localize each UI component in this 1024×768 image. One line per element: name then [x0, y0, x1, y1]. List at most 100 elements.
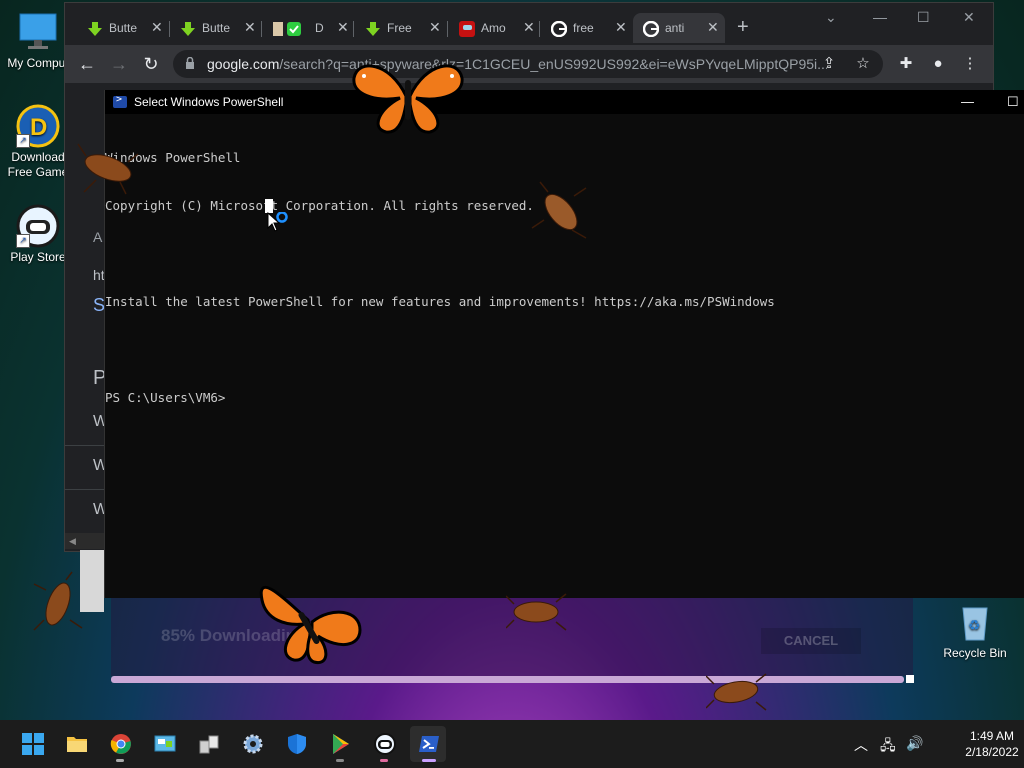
cockroach-icon	[506, 593, 567, 631]
green-check-icon	[273, 21, 301, 37]
network-icon[interactable]: 🖧	[880, 735, 896, 759]
menu-kebab-icon[interactable]: ⋮	[961, 55, 979, 73]
tab-2[interactable]: D ✕	[263, 13, 355, 43]
tab-6-active[interactable]: anti ✕	[633, 13, 725, 43]
resize-handle[interactable]	[906, 675, 914, 683]
taskbar-chrome[interactable]	[102, 726, 138, 762]
network-computers-icon	[199, 735, 219, 754]
chrome-icon	[110, 734, 131, 754]
tab-separator	[353, 21, 354, 37]
folder-icon	[67, 737, 87, 752]
close-icon[interactable]: ✕	[523, 20, 537, 34]
taskbar-play-store[interactable]	[322, 726, 358, 762]
tab-title: Butte	[109, 21, 137, 35]
close-icon[interactable]: ✕	[244, 20, 258, 34]
divider	[65, 489, 105, 490]
powershell-icon	[113, 94, 127, 108]
taskbar-defender[interactable]	[278, 726, 314, 762]
download-arrow-icon	[87, 21, 103, 37]
tab-0[interactable]: Butte ✕	[77, 13, 169, 43]
tab-title: free	[573, 21, 594, 35]
console-line: Copyright (C) Microsoft Corporation. All…	[105, 198, 534, 213]
google-icon	[550, 20, 568, 38]
close-window-button[interactable]: ✕	[963, 9, 975, 26]
console-output[interactable]: Windows PowerShell Copyright (C) Microso…	[105, 118, 775, 438]
running-indicator	[422, 759, 436, 762]
taskbar-control-panel[interactable]	[146, 726, 182, 762]
tab-separator	[539, 21, 540, 37]
busy-pointer-icon	[267, 212, 288, 232]
butterfly-icon	[352, 64, 464, 134]
download-arrow-icon	[365, 21, 381, 37]
close-icon[interactable]: ✕	[707, 20, 721, 34]
taskbar-network[interactable]	[190, 726, 226, 762]
reload-button[interactable]: ↻	[141, 54, 161, 74]
close-icon[interactable]: ✕	[337, 20, 351, 34]
cancel-button[interactable]: CANCEL	[761, 628, 861, 654]
download-game-icon: D ↗	[16, 104, 60, 148]
new-tab-button[interactable]: +	[737, 17, 749, 37]
running-indicator	[336, 759, 344, 762]
shortcut-arrow-icon: ↗	[16, 234, 30, 248]
play-store-icon: ↗	[16, 204, 60, 248]
play-store-icon	[333, 734, 349, 754]
share-icon[interactable]: ⇪	[821, 56, 837, 72]
running-indicator	[116, 759, 124, 762]
start-button[interactable]	[14, 726, 50, 762]
running-indicator	[380, 759, 388, 762]
extensions-icon[interactable]: ✚	[897, 55, 915, 73]
game-face-icon	[374, 733, 396, 755]
windows-start-icon	[22, 733, 44, 755]
tab-3[interactable]: Free ✕	[355, 13, 447, 43]
profile-icon[interactable]: ●	[929, 55, 947, 73]
taskbar-file-explorer[interactable]	[58, 726, 94, 762]
cockroach-icon	[706, 673, 767, 711]
page-text-fragment: A	[93, 229, 103, 245]
lock-icon	[186, 57, 194, 69]
scroll-left-icon[interactable]: ◀	[69, 536, 76, 547]
chevron-up-icon[interactable]: ︿	[854, 735, 868, 755]
system-tray: ︿ 🖧 🔊 1:49 AM 2/18/2022	[854, 720, 1024, 768]
cockroach-icon	[33, 571, 83, 631]
download-arrow-icon	[180, 21, 196, 37]
desktop-icon-recycle-bin[interactable]: ♻ Recycle Bin	[937, 600, 1013, 661]
tab-title: D	[315, 21, 324, 35]
cockroach-icon	[531, 181, 587, 239]
taskbar-game[interactable]	[366, 726, 402, 762]
browser-toolbar: ← → ↻ google.com/search?q=anti+spyware&r…	[65, 45, 993, 83]
maximize-button[interactable]: ☐	[917, 9, 930, 26]
control-panel-icon	[154, 735, 176, 752]
address-bar[interactable]: google.com/search?q=anti+spyware&rlz=1C1…	[173, 50, 883, 78]
clock[interactable]: 1:49 AM 2/18/2022	[962, 728, 1022, 760]
console-line: Install the latest PowerShell for new fe…	[105, 294, 775, 309]
shield-icon	[288, 734, 306, 754]
taskbar-powershell[interactable]	[410, 726, 446, 762]
tab-4[interactable]: Amo ✕	[449, 13, 541, 43]
tab-search-icon[interactable]: ⌄	[825, 9, 837, 26]
taskbar: ︿ 🖧 🔊 1:49 AM 2/18/2022	[0, 720, 1024, 768]
console-prompt: PS C:\Users\VM6>	[105, 390, 233, 405]
taskbar-settings[interactable]	[234, 726, 270, 762]
maximize-button[interactable]: ☐	[1007, 94, 1019, 110]
minimize-button[interactable]: —	[873, 9, 887, 25]
tab-separator	[261, 21, 262, 37]
back-button[interactable]: ←	[77, 54, 97, 74]
minimize-button[interactable]: —	[961, 94, 974, 109]
close-icon[interactable]: ✕	[429, 20, 443, 34]
url-host: google.com	[207, 56, 280, 72]
tab-title: anti	[665, 21, 685, 35]
volume-icon[interactable]: 🔊	[906, 735, 923, 752]
butterfly-icon	[259, 585, 362, 665]
bookmark-star-icon[interactable]: ☆	[855, 56, 871, 72]
gear-icon	[243, 734, 263, 754]
forward-button[interactable]: →	[109, 54, 129, 74]
svg-text:D: D	[30, 114, 47, 141]
recycle-bin-icon: ♻	[953, 600, 997, 644]
powershell-window[interactable]: Select Windows PowerShell — ☐ Windows Po…	[104, 90, 1024, 598]
tab-5[interactable]: free ✕	[541, 13, 633, 43]
close-icon[interactable]: ✕	[615, 20, 629, 34]
close-icon[interactable]: ✕	[151, 20, 165, 34]
tab-1[interactable]: Butte ✕	[170, 13, 262, 43]
powershell-titlebar[interactable]: Select Windows PowerShell — ☐	[105, 90, 1024, 114]
